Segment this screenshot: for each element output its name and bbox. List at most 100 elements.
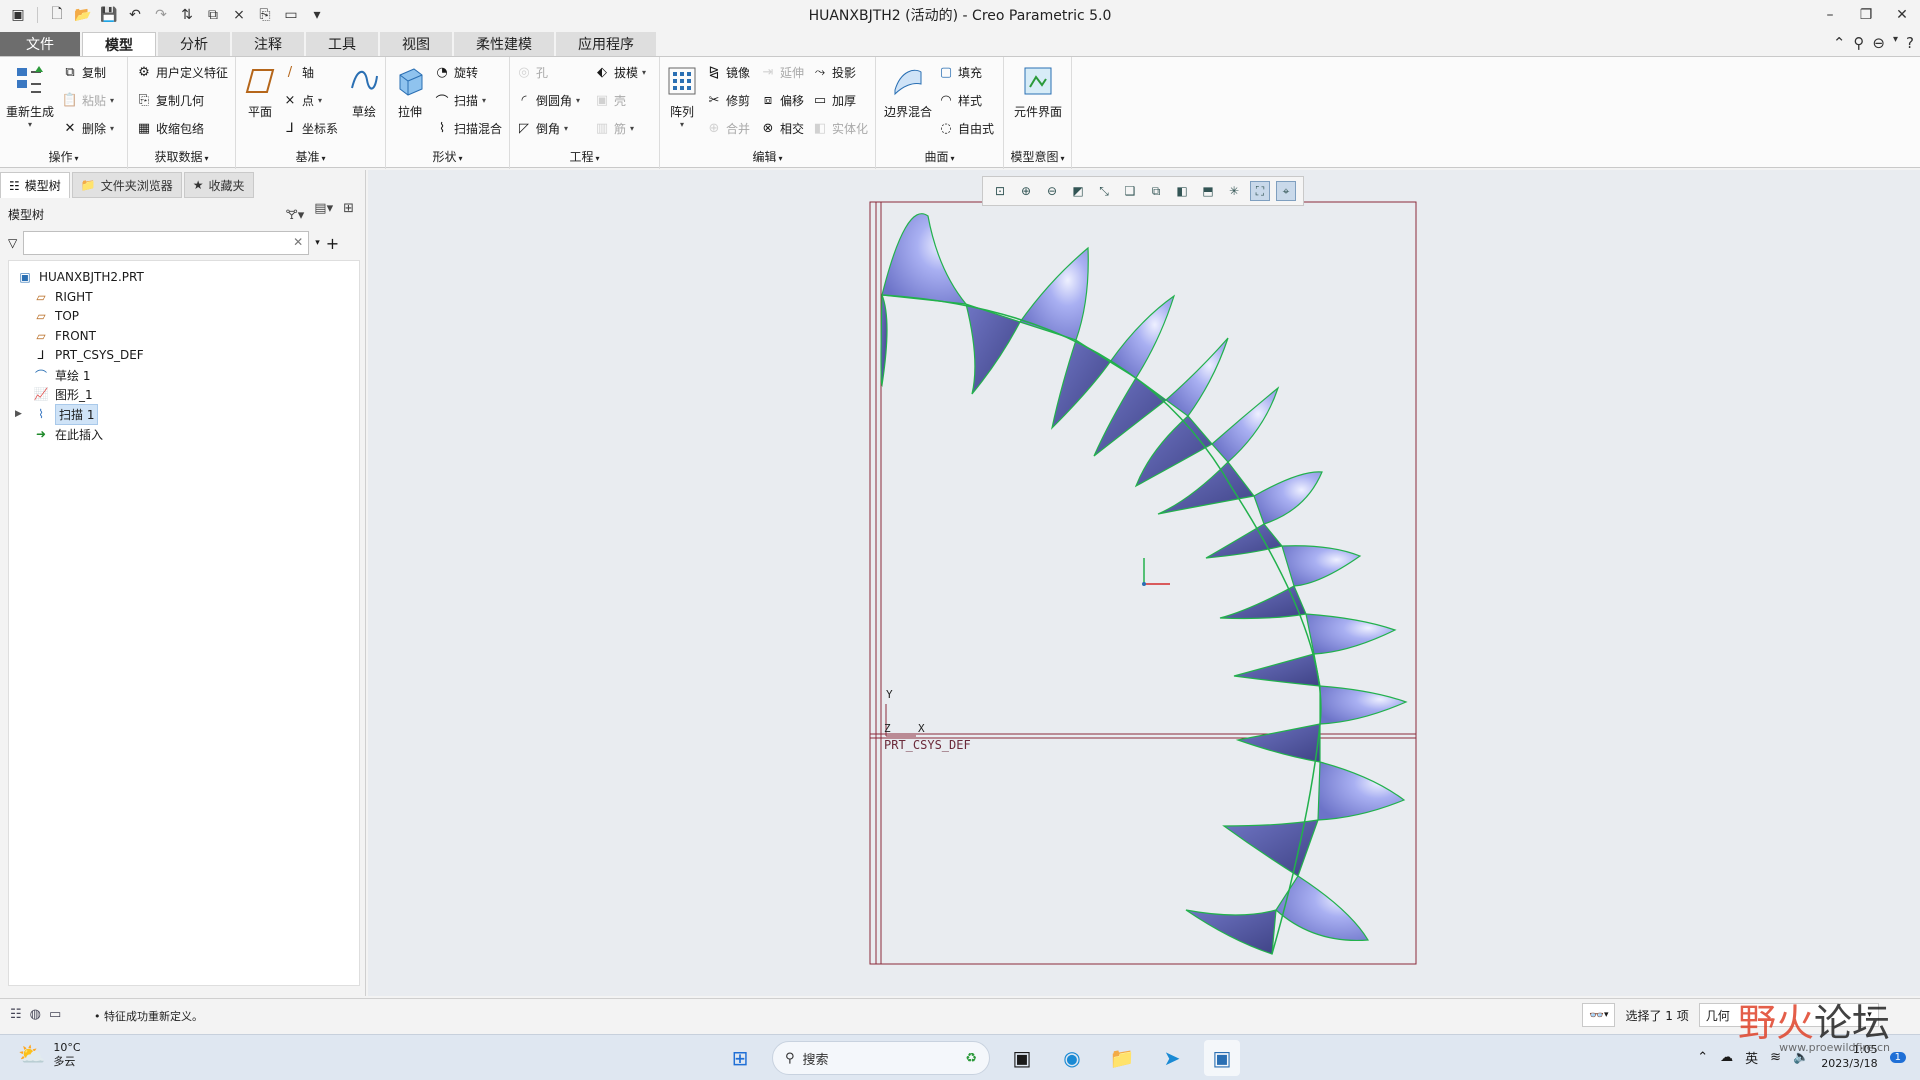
datum-display-icon[interactable]: ✳ <box>1224 181 1244 201</box>
expand-arrow-icon[interactable]: ▶ <box>15 409 22 419</box>
paste-button[interactable]: 📋 粘贴 ▾ <box>62 89 114 111</box>
regenerate-icon[interactable]: ⇅ <box>177 5 197 25</box>
offset-button[interactable]: ⧈ 偏移 <box>760 89 804 111</box>
display-style-icon[interactable]: ◧ <box>1172 181 1192 201</box>
filter-icon[interactable]: ▽ <box>8 236 17 250</box>
selection-count[interactable]: 选择了 1 项 <box>1625 1007 1688 1024</box>
creo-icon[interactable]: ▣ <box>1204 1040 1240 1076</box>
weather-widget[interactable]: ⛅ 10°C 多云 <box>18 1041 81 1069</box>
tab-annotate[interactable]: 注释 <box>232 32 304 56</box>
minimize-icon[interactable]: – <box>1812 0 1848 30</box>
hole-button[interactable]: ◎ 孔 <box>516 61 548 83</box>
find-button[interactable]: 👓 ▾ <box>1582 1003 1616 1027</box>
copy-button[interactable]: ⧉ 复制 <box>62 61 106 83</box>
save-copy-icon[interactable]: ⎘ <box>255 5 275 25</box>
point-button[interactable]: × 点 ▾ <box>282 89 322 111</box>
freestyle-button[interactable]: ◌ 自由式 <box>938 117 994 139</box>
view-manager-icon[interactable]: ⧉ <box>1146 181 1166 201</box>
group-label-engineering[interactable]: 工程 ▾ <box>510 148 659 165</box>
intersect-button[interactable]: ⊗ 相交 <box>760 117 804 139</box>
sketch-button[interactable]: 草绘 <box>346 63 382 120</box>
shell-button[interactable]: ▣ 壳 <box>594 89 626 111</box>
zoom-in-icon[interactable]: ⊕ <box>1016 181 1036 201</box>
udf-button[interactable]: ⚙ 用户定义特征 <box>136 61 228 83</box>
close-window-icon[interactable]: ⨯ <box>229 5 249 25</box>
open-icon[interactable]: 📂 <box>73 5 93 25</box>
fullscreen-icon[interactable]: ▭ <box>49 1007 61 1022</box>
group-label-surfaces[interactable]: 曲面 ▾ <box>876 148 1003 165</box>
tree-settings-icon[interactable]: 🝖▾ <box>286 201 305 227</box>
clear-icon[interactable]: ✕ <box>293 235 303 249</box>
csys-button[interactable]: ⅃ 坐标系 <box>282 117 338 139</box>
thicken-button[interactable]: ▭ 加厚 <box>812 89 856 111</box>
tab-model-tree[interactable]: ☷ 模型树 <box>0 172 70 198</box>
chevron-down-icon[interactable]: ▾ <box>315 238 320 248</box>
edge-icon[interactable]: ◉ <box>1054 1040 1090 1076</box>
model-viewport[interactable]: Y Z X PRT_CSYS_DEF <box>368 170 1920 996</box>
repaint-icon[interactable]: ◩ <box>1068 181 1088 201</box>
app-icon[interactable]: ➤ <box>1154 1040 1190 1076</box>
shrinkwrap-button[interactable]: ▦ 收缩包络 <box>136 117 204 139</box>
collapse-ribbon-icon[interactable]: ⌃ <box>1833 34 1846 52</box>
copy-geometry-button[interactable]: ⎘ 复制几何 <box>136 89 204 111</box>
draft-button[interactable]: ⬖ 拔模 ▾ <box>594 61 646 83</box>
save-icon[interactable]: 💾 <box>99 5 119 25</box>
tree-filter-icon[interactable]: ⊞ <box>343 201 354 227</box>
refit-icon[interactable]: ⊡ <box>990 181 1010 201</box>
group-label-shapes[interactable]: 形状 ▾ <box>386 148 509 165</box>
group-label-model-intent[interactable]: 模型意图 ▾ <box>1004 148 1071 165</box>
group-label-operations[interactable]: 操作 ▾ <box>0 148 127 165</box>
help-icon[interactable]: ? <box>1906 34 1914 52</box>
browser-toggle-icon[interactable]: ◍ <box>30 1007 41 1022</box>
tree-item-insert-here[interactable]: ➜ 在此插入 <box>33 424 103 444</box>
app-icon[interactable]: ▣ <box>8 5 28 25</box>
tab-flexible-modeling[interactable]: 柔性建模 <box>454 32 554 56</box>
graphics-window[interactable]: Y Z X PRT_CSYS_DEF <box>368 170 1920 996</box>
spin-center-icon[interactable]: ⌖ <box>1276 181 1296 201</box>
tree-item-sweep[interactable]: ⌇ 扫描 1 <box>33 403 99 425</box>
revolve-button[interactable]: ◔ 旋转 <box>434 61 478 83</box>
regenerate-button[interactable]: 重新生成 ▾ <box>4 63 56 129</box>
tab-tools[interactable]: 工具 <box>306 32 378 56</box>
tree-item-csys[interactable]: ⅃ PRT_CSYS_DEF <box>33 345 144 365</box>
group-label-get-data[interactable]: 获取数据 ▾ <box>128 148 235 165</box>
chevron-up-icon[interactable]: ⌃ <box>1697 1050 1708 1065</box>
saved-views-icon[interactable]: ❑ <box>1120 181 1140 201</box>
onedrive-icon[interactable]: ☁ <box>1720 1050 1733 1065</box>
group-label-edit[interactable]: 编辑 ▾ <box>660 148 875 165</box>
tree-item-front[interactable]: ▱ FRONT <box>33 326 96 346</box>
community-icon[interactable]: ⊖ <box>1872 34 1885 52</box>
group-label-datum[interactable]: 基准 ▾ <box>236 148 385 165</box>
notification-badge[interactable]: 1 <box>1889 1051 1906 1063</box>
file-explorer-icon[interactable]: 📁 <box>1104 1040 1140 1076</box>
start-icon[interactable]: ⊞ <box>722 1040 758 1076</box>
show-icon[interactable]: ▤▾ <box>314 201 333 227</box>
redo-icon[interactable]: ↷ <box>151 5 171 25</box>
search-icon[interactable]: ⚲ <box>1853 34 1864 52</box>
tree-item-right[interactable]: ▱ RIGHT <box>33 287 92 307</box>
zoom-out-icon[interactable]: ⊖ <box>1042 181 1062 201</box>
window-icon[interactable]: ⧉ <box>203 5 223 25</box>
tab-folder-browser[interactable]: 📁 文件夹浏览器 <box>71 172 182 198</box>
annotation-display-icon[interactable]: ⛶ <box>1250 181 1270 201</box>
tree-search-input[interactable]: ✕ <box>23 231 310 255</box>
customize-icon[interactable]: ▾ <box>307 5 327 25</box>
mirror-button[interactable]: ⧎ 镜像 <box>706 61 750 83</box>
delete-button[interactable]: ✕ 删除 ▾ <box>62 117 114 139</box>
merge-button[interactable]: ⊕ 合并 <box>706 117 750 139</box>
perspective-icon[interactable]: ⬒ <box>1198 181 1218 201</box>
chamfer-button[interactable]: ◸ 倒角 ▾ <box>516 117 568 139</box>
prt-csys-def[interactable]: Y Z X PRT_CSYS_DEF <box>884 688 971 752</box>
task-view-icon[interactable]: ▣ <box>1004 1040 1040 1076</box>
undo-icon[interactable]: ↶ <box>125 5 145 25</box>
taskbar-search[interactable]: ⚲ 搜索 ♻ <box>772 1041 990 1075</box>
component-interface-button[interactable]: 元件界面 <box>1008 63 1068 120</box>
project-button[interactable]: ⤳ 投影 <box>812 61 856 83</box>
tab-model[interactable]: 模型 <box>82 32 156 56</box>
close-icon[interactable]: ✕ <box>1884 0 1920 30</box>
axis-button[interactable]: / 轴 <box>282 61 314 83</box>
fill-button[interactable]: ▢ 填充 <box>938 61 982 83</box>
tree-item-top[interactable]: ▱ TOP <box>33 306 79 326</box>
tab-view[interactable]: 视图 <box>380 32 452 56</box>
pattern-button[interactable]: 阵列 ▾ <box>664 63 700 129</box>
